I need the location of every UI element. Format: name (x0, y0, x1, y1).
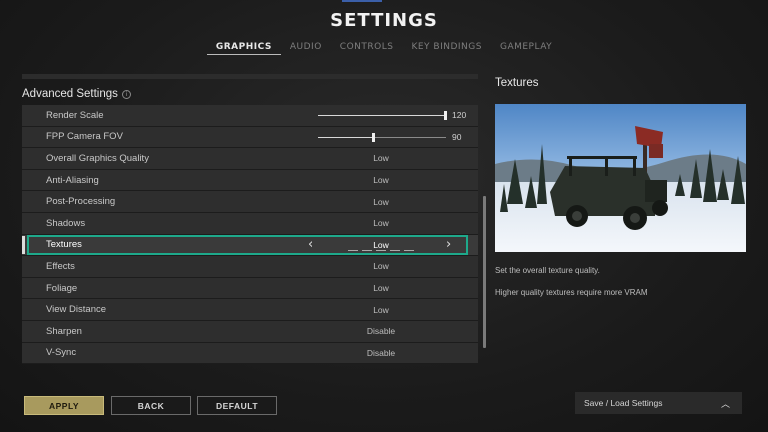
default-button[interactable]: DEFAULT (197, 396, 277, 415)
texture-preview-image (495, 104, 746, 252)
setting-row-fpp-camera-fov[interactable]: FPP Camera FOV 90 (22, 126, 478, 149)
tab-bar: GRAPHICS AUDIO CONTROLS KEY BINDINGS GAMEPLA… (0, 40, 768, 55)
setting-value: Low (373, 239, 389, 250)
setting-row-post-processing[interactable]: Post-Processing Low (22, 191, 478, 213)
section-header: Advanced Settings i (22, 84, 131, 104)
settings-scrollbar[interactable] (483, 196, 486, 348)
slider-value: 120 (452, 110, 467, 121)
selection-indicator (22, 235, 25, 255)
settings-panel: Advanced Settings i Render Scale 120 FPP C… (22, 74, 478, 370)
setting-label: FPP Camera FOV (46, 131, 123, 143)
setting-row-anti-aliasing[interactable]: Anti-Aliasing Low (22, 169, 478, 192)
setting-label: Effects (46, 260, 75, 272)
setting-label: Post-Processing (46, 196, 116, 208)
setting-label: Sharpen (46, 325, 82, 337)
tab-audio[interactable]: AUDIO (281, 40, 331, 55)
setting-label: Render Scale (46, 109, 104, 121)
setting-row-overall-graphics-quality[interactable]: Overall Graphics Quality Low (22, 148, 478, 170)
setting-row-shadows[interactable]: Shadows Low (22, 212, 478, 235)
chevron-up-icon: ︿ (720, 400, 730, 410)
setting-label: Overall Graphics Quality (46, 152, 149, 164)
setting-value: Low (373, 218, 389, 229)
apply-button[interactable]: APPLY (24, 396, 104, 415)
setting-value: Low (373, 283, 389, 294)
page-title: SETTINGS (330, 10, 438, 31)
top-accent-line (342, 0, 382, 2)
partial-row (22, 74, 478, 79)
value-underline (348, 250, 414, 252)
chevron-right-icon[interactable]: › (446, 237, 451, 252)
setting-row-view-distance[interactable]: View Distance Low (22, 299, 478, 321)
setting-label: Shadows (46, 217, 86, 229)
setting-value: Low (373, 304, 389, 315)
detail-note: Higher quality textures require more VRA… (495, 288, 648, 297)
detail-title: Textures (495, 77, 539, 89)
setting-label: V-Sync (46, 347, 77, 359)
setting-row-v-sync[interactable]: V-Sync Disable (22, 342, 478, 365)
save-load-label: Save / Load Settings (584, 398, 663, 408)
detail-description: Set the overall texture quality. (495, 266, 600, 275)
setting-value: Low (373, 196, 389, 207)
setting-row-textures[interactable]: Textures ‹ › Low (22, 234, 478, 257)
slider-fill (318, 115, 445, 116)
slider-track[interactable] (318, 132, 446, 142)
slider-fill (318, 136, 374, 138)
setting-label: Foliage (46, 282, 78, 294)
tab-gameplay[interactable]: GAMEPLAY (491, 40, 561, 55)
chevron-left-icon[interactable]: ‹ (308, 237, 313, 252)
tab-graphics[interactable]: GRAPHICS (206, 40, 281, 55)
setting-value: Low (373, 261, 389, 272)
setting-value: Low (373, 153, 389, 164)
setting-value: Disable (366, 326, 396, 337)
slider-track[interactable] (318, 111, 447, 120)
slider-value: 90 (452, 131, 462, 142)
setting-value: Low (373, 175, 389, 186)
settings-list: Render Scale 120 FPP Camera FOV 90 Overall G… (22, 105, 478, 365)
setting-row-render-scale[interactable]: Render Scale 120 (22, 105, 478, 127)
setting-row-sharpen[interactable]: Sharpen Disable (22, 320, 478, 343)
setting-value: Disable (366, 347, 396, 358)
tab-controls[interactable]: CONTROLS (331, 40, 403, 55)
setting-label: View Distance (46, 304, 107, 316)
slider-thumb[interactable] (372, 132, 376, 142)
info-circle-icon[interactable]: i (121, 89, 131, 99)
setting-label: Anti-Aliasing (46, 174, 99, 186)
save-load-settings-button[interactable]: Save / Load Settings ︿ (575, 392, 742, 414)
detail-panel: Textures Set the overall texture quality… (489, 74, 747, 370)
setting-label: Textures (46, 239, 82, 251)
slider-thumb[interactable] (443, 111, 447, 120)
setting-row-foliage[interactable]: Foliage Low (22, 277, 478, 300)
tab-key-bindings[interactable]: KEY BINDINGS (402, 40, 491, 55)
setting-row-effects[interactable]: Effects Low (22, 256, 478, 278)
back-button[interactable]: BACK (111, 396, 191, 415)
section-title: Advanced Settings (22, 88, 118, 100)
